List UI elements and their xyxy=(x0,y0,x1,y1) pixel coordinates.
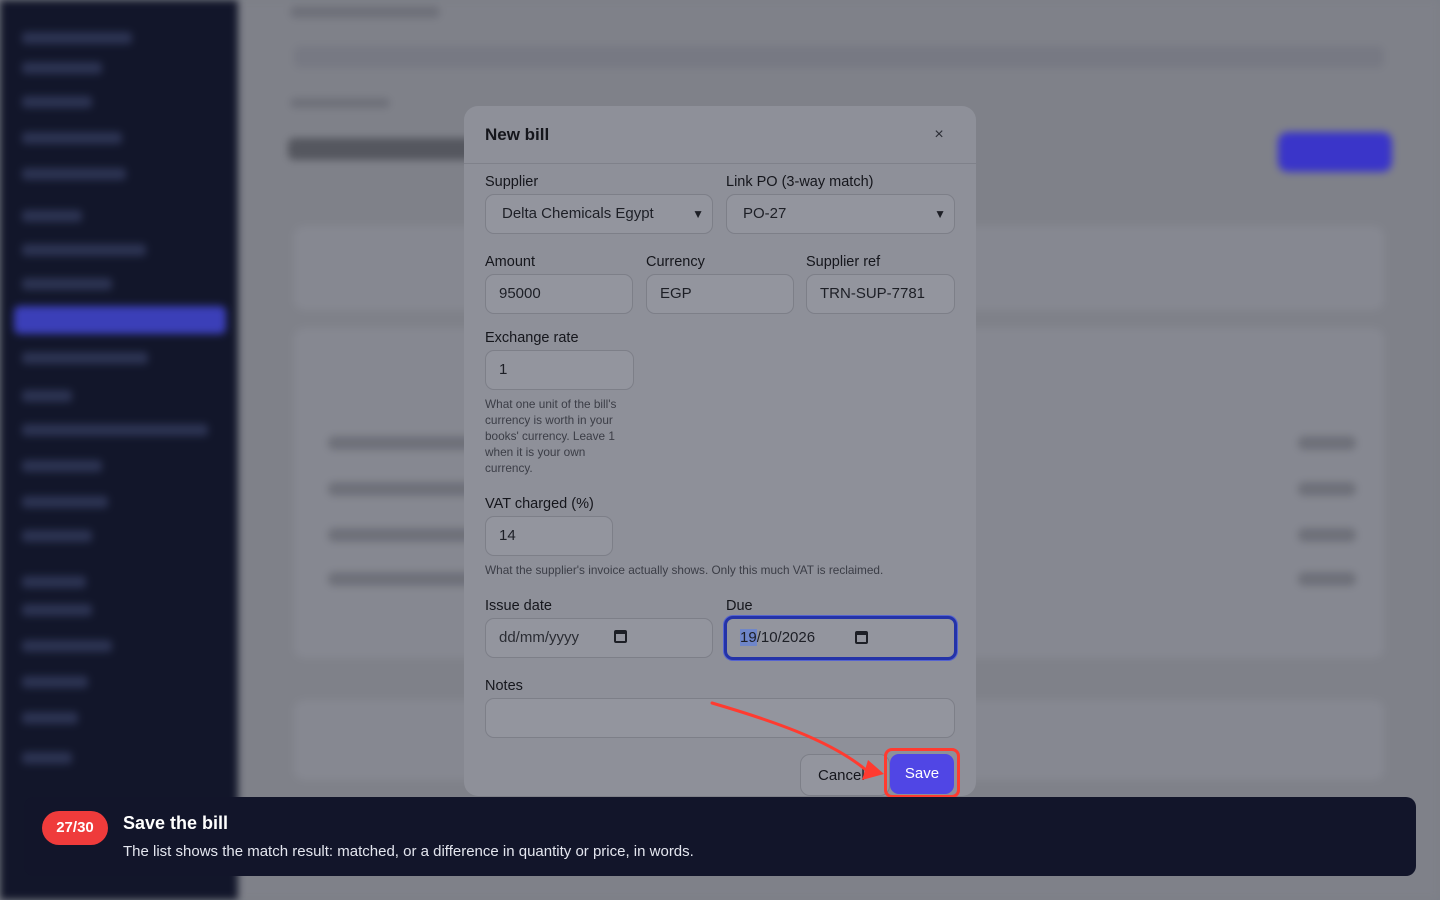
chevron-down-icon: ▼ xyxy=(692,207,704,221)
issue-date-input[interactable]: dd/mm/yyyy xyxy=(485,618,713,658)
modal-header: New bill × xyxy=(464,106,976,164)
supplier-value: Delta Chemicals Egypt xyxy=(502,205,654,222)
calendar-icon xyxy=(855,631,868,644)
step-badge: 27/30 xyxy=(42,811,108,845)
issue-date-placeholder: dd/mm/yyyy xyxy=(499,629,580,646)
calendar-icon xyxy=(614,630,627,643)
sidebar xyxy=(0,0,238,900)
vat-label: VAT charged (%) xyxy=(485,496,594,512)
tutorial-text: The list shows the match result: matched… xyxy=(123,843,694,860)
tutorial-title: Save the bill xyxy=(123,813,229,833)
currency-label: Currency xyxy=(646,254,705,270)
chevron-down-icon: ▼ xyxy=(934,207,946,221)
issue-date-label: Issue date xyxy=(485,598,552,614)
link-po-value: PO-27 xyxy=(743,205,787,222)
due-label: Due xyxy=(726,598,753,614)
link-po-select[interactable]: PO-27 ▼ xyxy=(726,194,955,234)
notes-label: Notes xyxy=(485,678,523,694)
due-day-selected: 19 xyxy=(740,629,757,646)
modal-title: New bill xyxy=(485,125,550,144)
exchange-rate-input[interactable]: 1 xyxy=(485,350,634,390)
amount-label: Amount xyxy=(485,254,535,270)
amount-input[interactable]: 95000 xyxy=(485,274,633,314)
tutorial-banner: 27/30 Save the bill The list shows the m… xyxy=(24,797,1416,876)
exchange-rate-help: What one unit of the bill's currency is … xyxy=(485,397,617,475)
supplier-ref-input[interactable]: TRN-SUP-7781 xyxy=(806,274,955,314)
save-button-highlight xyxy=(884,748,960,798)
sidebar-active-item xyxy=(14,306,226,334)
due-date-rest: /10/2026 xyxy=(756,629,816,646)
vat-help: What the supplier's invoice actually sho… xyxy=(485,563,884,577)
supplier-label: Supplier xyxy=(485,174,539,190)
vat-input[interactable]: 14 xyxy=(485,516,613,556)
currency-input[interactable]: EGP xyxy=(646,274,794,314)
link-po-label: Link PO (3-way match) xyxy=(726,174,874,190)
due-date-input[interactable]: 19/10/2026 xyxy=(724,616,957,660)
arrow-pointer-icon xyxy=(710,701,884,780)
close-icon[interactable]: × xyxy=(930,126,948,144)
supplier-select[interactable]: Delta Chemicals Egypt ▼ xyxy=(485,194,713,234)
supplier-ref-label: Supplier ref xyxy=(806,254,881,270)
exchange-rate-label: Exchange rate xyxy=(485,330,579,346)
